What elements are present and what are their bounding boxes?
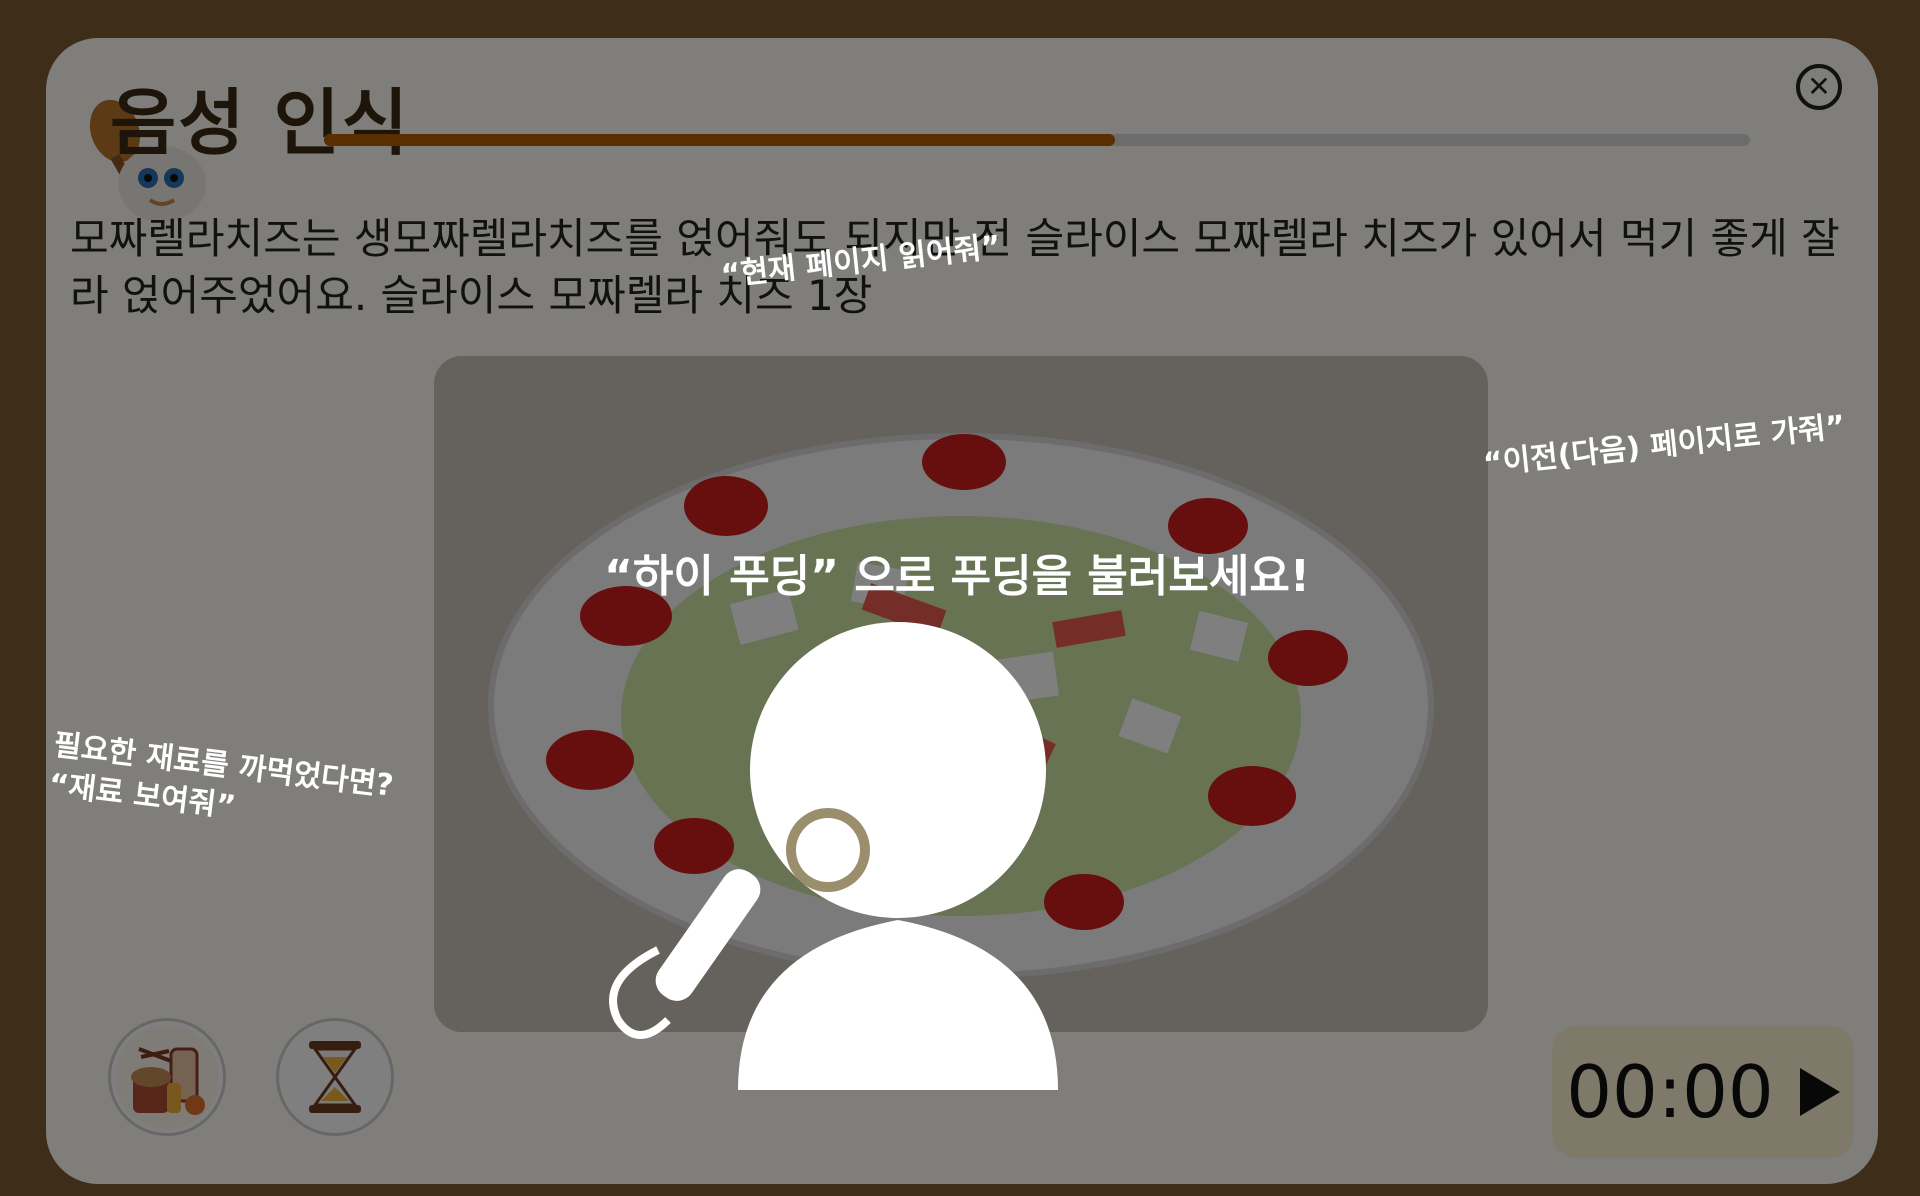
progress-bar bbox=[324, 134, 1750, 146]
ingredients-icon bbox=[115, 1025, 219, 1129]
close-icon: ✕ bbox=[1807, 70, 1831, 103]
ingredients-button[interactable] bbox=[108, 1018, 226, 1136]
close-button[interactable]: ✕ bbox=[1796, 64, 1842, 110]
speaker-with-microphone-icon bbox=[609, 622, 1058, 1090]
timer-display[interactable]: 00:00 bbox=[1552, 1026, 1854, 1158]
play-icon[interactable] bbox=[1799, 1068, 1840, 1116]
hint-call-pudding: “하이 푸딩” 으로 푸딩을 불러보세요! bbox=[604, 551, 1310, 602]
progress-fill bbox=[324, 134, 1116, 146]
timer-text: 00:00 bbox=[1566, 1050, 1774, 1134]
page-title: 음성 인식 bbox=[110, 81, 411, 165]
header: 음성 인식 ✕ bbox=[46, 38, 1878, 228]
hourglass-icon bbox=[283, 1025, 387, 1129]
timer-button[interactable] bbox=[276, 1018, 394, 1136]
